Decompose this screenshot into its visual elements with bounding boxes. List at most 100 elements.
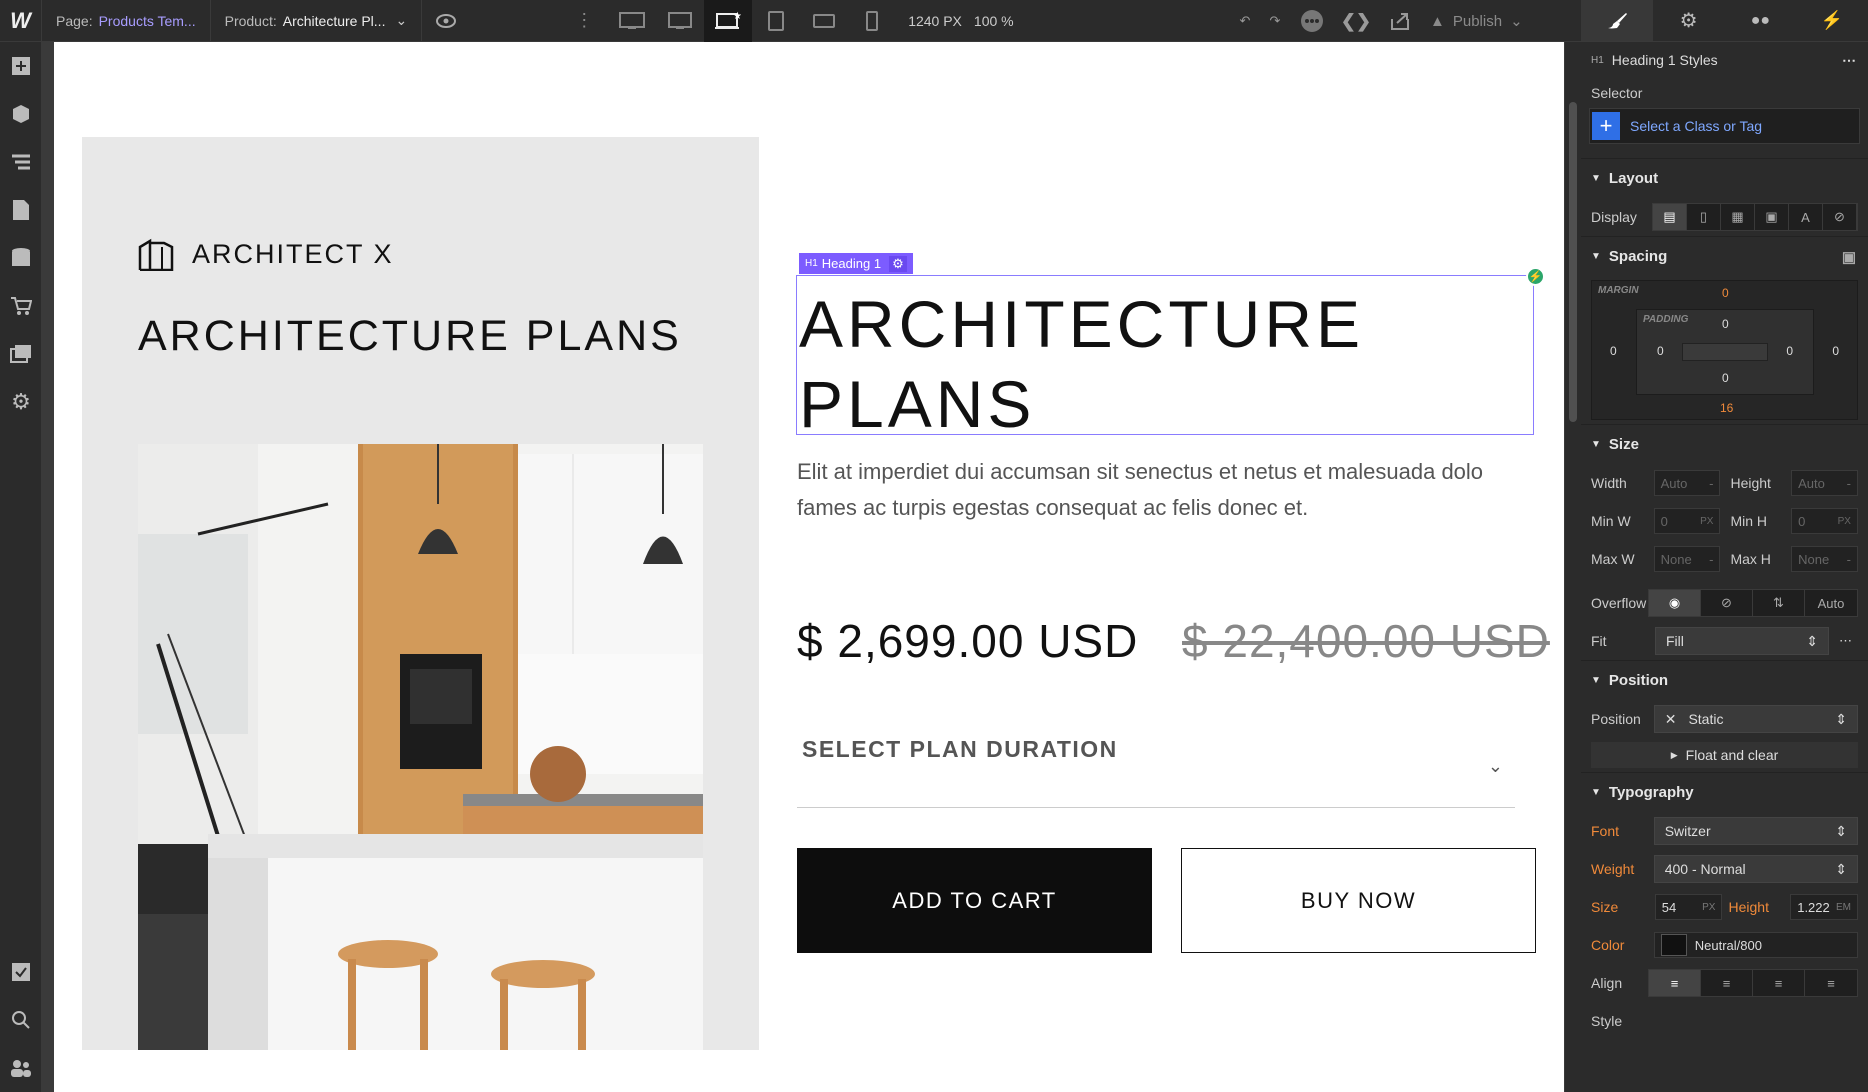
section-layout[interactable]: ▼ Layout (1581, 158, 1868, 198)
buy-now-button[interactable]: BUY NOW (1181, 848, 1536, 953)
export-icon[interactable] (1378, 0, 1422, 42)
display-block-icon[interactable]: ▤ (1653, 204, 1687, 230)
compare-at-price[interactable]: $ 22,400.00 USD (1182, 614, 1550, 668)
webflow-logo[interactable]: W (0, 0, 42, 42)
publish-button[interactable]: ▲ Publish ⌄ (1422, 0, 1531, 42)
align-left-icon[interactable]: ≡ (1649, 970, 1701, 996)
product-heading[interactable]: ARCHITECTURE PLANS (799, 284, 1364, 444)
undo-icon[interactable]: ↶ (1230, 0, 1260, 42)
product-price[interactable]: $ 2,699.00 USD (797, 614, 1138, 668)
max-height-input[interactable]: None - (1791, 546, 1858, 572)
spacing-preset-icon[interactable]: ▣ (1842, 248, 1856, 266)
section-position[interactable]: ▼ Position (1581, 660, 1868, 700)
overflow-scroll-icon[interactable]: ⇅ (1753, 590, 1805, 616)
color-input[interactable]: Neutral/800 (1653, 932, 1858, 958)
font-select[interactable]: Switzer ⇕ (1653, 817, 1858, 845)
line-height-label: Height (1728, 899, 1769, 915)
float-clear-button[interactable]: ▶ Float and clear (1591, 742, 1858, 768)
interactions-drops-icon[interactable]: ●● (1725, 0, 1797, 41)
more-horizontal-icon[interactable]: ⋯ (1842, 52, 1856, 69)
settings-icon[interactable]: ⚙ (0, 378, 42, 426)
code-icon[interactable]: ❮❯ (1334, 0, 1378, 42)
selected-element-tag[interactable]: H1 Heading 1 ⚙ (799, 253, 913, 274)
canvas-zoom[interactable]: 100 % (974, 13, 1026, 29)
display-none-icon[interactable]: ⊘ (1823, 204, 1857, 230)
height-input[interactable]: Auto - (1791, 470, 1858, 496)
kitchen-photo[interactable] (138, 444, 703, 1050)
page-selector[interactable]: Page: Products Tem... (42, 0, 211, 42)
section-size[interactable]: ▼ Size (1581, 424, 1868, 464)
fit-select[interactable]: Fill ⇕ (1655, 627, 1829, 655)
display-inline-block-icon[interactable]: ▣ (1755, 204, 1789, 230)
add-to-cart-button[interactable]: ADD TO CART (797, 848, 1152, 953)
padding-top-value[interactable]: 0 (1722, 317, 1729, 331)
overflow-auto-option[interactable]: Auto (1805, 590, 1857, 616)
padding-bottom-value[interactable]: 0 (1722, 371, 1729, 385)
breakpoint-phone-icon[interactable] (848, 0, 896, 42)
min-height-input[interactable]: 0 PX (1791, 508, 1858, 534)
plus-icon[interactable]: + (1592, 112, 1620, 140)
product-description[interactable]: Elit at imperdiet dui accumsan sit senec… (797, 454, 1517, 526)
weight-select[interactable]: 400 - Normal ⇕ (1653, 855, 1858, 883)
more-horizontal-icon[interactable]: ⋯ (1839, 633, 1852, 649)
align-justify-icon[interactable]: ≡ (1805, 970, 1857, 996)
users-icon[interactable] (0, 1044, 42, 1092)
breakpoint-desktop-icon[interactable]: ★ (704, 0, 753, 42)
display-flex-icon[interactable]: ▯ (1687, 204, 1721, 230)
display-inline-icon[interactable]: A (1789, 204, 1823, 230)
margin-right-value[interactable]: 0 (1832, 344, 1839, 358)
assets-images-icon[interactable] (0, 330, 42, 378)
kitchen-illustration (138, 444, 703, 1050)
comments-icon[interactable] (1290, 0, 1334, 42)
section-typography[interactable]: ▼ Typography (1581, 772, 1868, 812)
max-width-input[interactable]: None - (1653, 546, 1721, 572)
redo-icon[interactable]: ↷ (1260, 0, 1290, 42)
plan-duration-select[interactable]: SELECT PLAN DURATION ⌄ (797, 728, 1515, 808)
search-icon[interactable] (0, 996, 42, 1044)
display-grid-icon[interactable]: ▦ (1721, 204, 1755, 230)
ecommerce-cart-icon[interactable] (0, 282, 42, 330)
align-right-icon[interactable]: ≡ (1753, 970, 1805, 996)
breakpoint-landscape-icon[interactable] (800, 0, 848, 42)
navigator-icon[interactable] (0, 138, 42, 186)
style-brush-icon[interactable] (1581, 0, 1653, 41)
width-input[interactable]: Auto - (1653, 470, 1721, 496)
min-height-label: Min H (1730, 513, 1768, 529)
canvas-scrollbar[interactable] (1565, 42, 1581, 1092)
more-vertical-icon[interactable]: ⋮ (560, 0, 608, 42)
canvas-width[interactable]: 1240 PX (896, 13, 974, 29)
position-select[interactable]: ✕ Static ⇕ (1653, 705, 1858, 733)
preview-eye-icon[interactable] (422, 0, 470, 42)
section-spacing[interactable]: ▼ Spacing ▣ (1581, 236, 1868, 276)
product-image-card[interactable]: ARCHITECT X ARCHITECTURE PLANS (82, 137, 759, 1050)
add-panel-icon[interactable] (0, 42, 42, 90)
margin-top-value[interactable]: 0 (1722, 286, 1729, 300)
element-settings-gear-icon[interactable]: ⚙ (889, 255, 907, 272)
components-cube-icon[interactable] (0, 90, 42, 138)
selector-input[interactable]: + Select a Class or Tag (1589, 108, 1860, 144)
display-options: ▤ ▯ ▦ ▣ A ⊘ (1652, 203, 1858, 231)
align-center-icon[interactable]: ≡ (1701, 970, 1753, 996)
cms-database-icon[interactable] (0, 234, 42, 282)
lightning-icon[interactable]: ⚡ (1796, 0, 1868, 41)
overflow-visible-icon[interactable]: ◉ (1649, 590, 1701, 616)
margin-left-value[interactable]: 0 (1610, 344, 1617, 358)
audit-checkbox-icon[interactable] (0, 948, 42, 996)
padding-left-value[interactable]: 0 (1657, 344, 1664, 358)
min-width-input[interactable]: 0 PX (1653, 508, 1721, 534)
scrollbar-thumb[interactable] (1569, 102, 1577, 422)
padding-right-value[interactable]: 0 (1786, 344, 1793, 358)
breakpoint-xl-icon[interactable] (656, 0, 704, 42)
product-selector[interactable]: Product: Architecture Pl... ⌄ (211, 0, 423, 42)
overflow-hidden-icon[interactable]: ⊘ (1701, 590, 1753, 616)
color-swatch[interactable] (1660, 934, 1687, 956)
pages-icon[interactable] (0, 186, 42, 234)
breakpoint-xxl-icon[interactable] (608, 0, 656, 42)
margin-bottom-value[interactable]: 16 (1720, 401, 1733, 415)
breakpoint-tablet-icon[interactable] (752, 0, 800, 42)
settings-gear-icon[interactable]: ⚙ (1653, 0, 1725, 41)
position-row: Position ✕ Static ⇕ (1581, 700, 1868, 738)
line-height-input[interactable]: 1.222 EM (1790, 894, 1858, 920)
ai-assistant-icon[interactable]: ⚡ (1526, 267, 1545, 286)
font-size-input[interactable]: 54 PX (1654, 894, 1723, 920)
